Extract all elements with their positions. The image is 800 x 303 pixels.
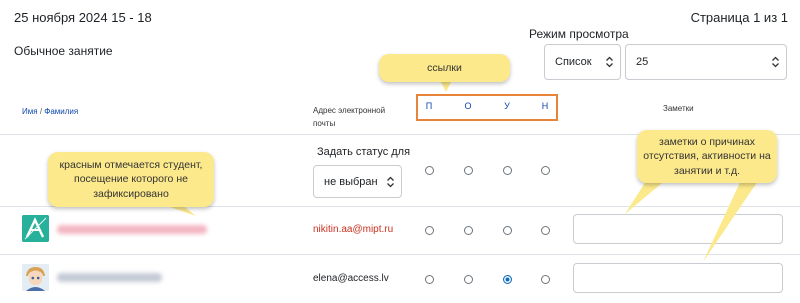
callout-notes: заметки о причинах отсутствия, активност… (637, 130, 777, 183)
callout-links: ссылки (379, 54, 510, 82)
callout-red-student: красным отмечается студент, посещение ко… (48, 152, 214, 207)
